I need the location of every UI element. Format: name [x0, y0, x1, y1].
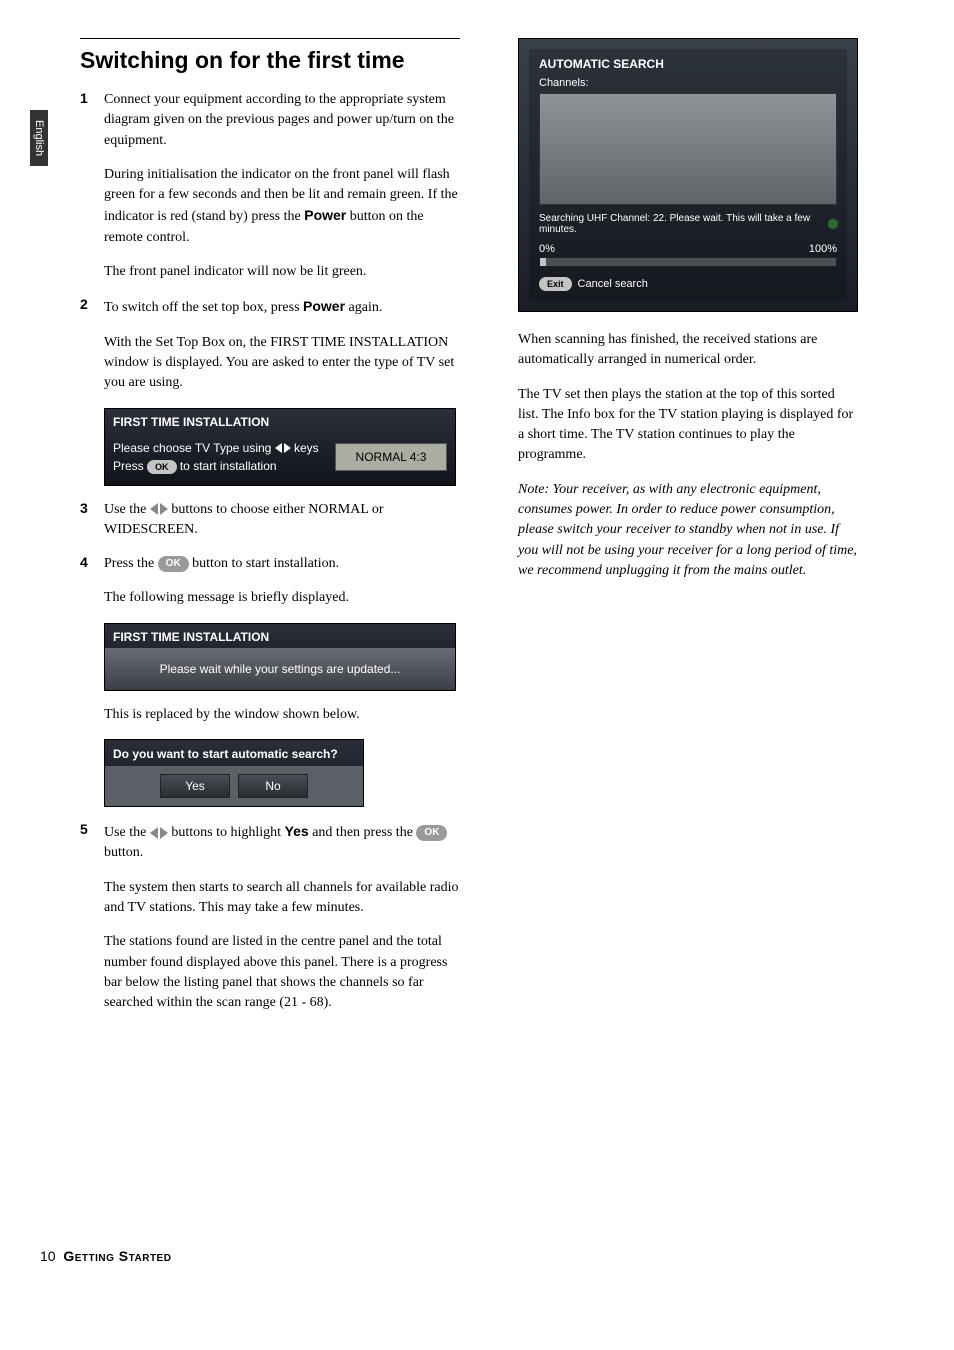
left-column: Switching on for the first time 1 Connec… [80, 38, 460, 1027]
bold-text: Power [303, 298, 345, 314]
osd-yes-button: Yes [160, 774, 230, 798]
right-column: AUTOMATIC SEARCH Channels: Searching UHF… [518, 38, 858, 1027]
step-3-p1: Use the buttons to choose either NORMAL … [104, 500, 460, 541]
step-1-p1: Connect your equipment according to the … [104, 90, 460, 151]
left-arrow-icon [150, 503, 158, 515]
osd-instruction: Please choose TV Type using keys Press O… [113, 439, 323, 475]
osd-hundred-percent: 100% [809, 243, 837, 255]
step-2: 2 To switch off the set top box, press P… [80, 296, 460, 393]
osd-progress-bar [539, 257, 837, 267]
step-5-p3: The stations found are listed in the cen… [104, 932, 460, 1013]
right-note: Note: Your receiver, as with any electro… [518, 480, 858, 581]
step-1-p2: During initialisation the indicator on t… [104, 165, 460, 248]
text: Please choose TV Type using [113, 441, 275, 455]
language-tab: English [30, 110, 48, 166]
osd-exit-row: Exit Cancel search [539, 277, 837, 291]
text: button. [104, 845, 143, 860]
ok-pill-icon: OK [147, 460, 177, 474]
left-arrow-icon [275, 443, 282, 453]
osd-cancel-label: Cancel search [578, 278, 648, 290]
text: keys [291, 441, 319, 455]
step-number: 2 [80, 296, 104, 393]
right-arrow-icon [284, 443, 291, 453]
osd-status-row: Searching UHF Channel: 22. Please wait. … [539, 213, 837, 235]
osd-progress-fill [540, 258, 546, 266]
osd-title: Do you want to start automatic search? [105, 740, 363, 766]
osd-zero-percent: 0% [539, 243, 555, 255]
ok-pill-icon: OK [416, 825, 447, 841]
step-1: 1 Connect your equipment according to th… [80, 90, 460, 282]
step-number: 4 [80, 554, 104, 609]
step-number: 1 [80, 90, 104, 282]
text: Press the [104, 556, 158, 571]
osd-please-wait: FIRST TIME INSTALLATION Please wait whil… [104, 623, 456, 691]
osd-status-text: Searching UHF Channel: 22. Please wait. … [539, 213, 825, 235]
footer-section: Getting Started [63, 1248, 171, 1264]
right-p2: The TV set then plays the station at the… [518, 385, 858, 466]
text: to start installation [177, 459, 277, 473]
status-dot-icon [829, 220, 837, 228]
text: Press [113, 459, 147, 473]
text: and then press the [309, 825, 417, 840]
text: again. [345, 300, 382, 315]
after-osd2-text: This is replaced by the window shown bel… [104, 705, 460, 725]
right-arrow-icon [160, 827, 168, 839]
osd-first-time-install: FIRST TIME INSTALLATION Please choose TV… [104, 408, 456, 486]
right-arrow-icon [160, 503, 168, 515]
text: To switch off the set top box, press [104, 300, 303, 315]
step-2-p2: With the Set Top Box on, the FIRST TIME … [104, 333, 460, 394]
ok-pill-icon: OK [158, 556, 189, 572]
right-p1: When scanning has finished, the received… [518, 330, 858, 371]
step-4-p2: The following message is briefly display… [104, 588, 460, 608]
bold-text: Yes [285, 823, 309, 839]
step-5: 5 Use the buttons to highlight Yes and t… [80, 821, 460, 1013]
osd-body: Please wait while your settings are upda… [105, 648, 455, 690]
osd-channel-list [539, 93, 837, 205]
page-footer: 10 Getting Started [40, 1248, 171, 1264]
osd-title: FIRST TIME INSTALLATION [105, 409, 455, 433]
osd-no-button: No [238, 774, 308, 798]
page-number: 10 [40, 1248, 56, 1264]
osd-percent-row: 0% 100% [539, 243, 837, 255]
step-number: 3 [80, 500, 104, 541]
step-1-p3: The front panel indicator will now be li… [104, 262, 460, 282]
step-5-p2: The system then starts to search all cha… [104, 878, 460, 919]
left-arrow-icon [150, 827, 158, 839]
text: button to start installation. [189, 556, 340, 571]
text: buttons to highlight [168, 825, 285, 840]
section-title: Switching on for the first time [80, 47, 460, 74]
step-4-p1: Press the OK button to start installatio… [104, 554, 460, 574]
exit-pill-icon: Exit [539, 277, 572, 291]
osd-tv-type-field: NORMAL 4:3 [335, 443, 447, 471]
osd-auto-search-prompt: Do you want to start automatic search? Y… [104, 739, 364, 807]
osd-automatic-search: AUTOMATIC SEARCH Channels: Searching UHF… [518, 38, 858, 312]
step-4: 4 Press the OK button to start installat… [80, 554, 460, 609]
osd-title: AUTOMATIC SEARCH [539, 57, 837, 71]
step-2-p1: To switch off the set top box, press Pow… [104, 296, 460, 318]
section-rule [80, 38, 460, 39]
step-number: 5 [80, 821, 104, 1013]
step-5-p1: Use the buttons to highlight Yes and the… [104, 821, 460, 864]
bold-text: Power [304, 207, 346, 223]
step-3: 3 Use the buttons to choose either NORMA… [80, 500, 460, 541]
osd-title: FIRST TIME INSTALLATION [105, 624, 455, 648]
text: Use the [104, 502, 150, 517]
osd-channels-label: Channels: [539, 77, 837, 89]
text: Use the [104, 825, 150, 840]
